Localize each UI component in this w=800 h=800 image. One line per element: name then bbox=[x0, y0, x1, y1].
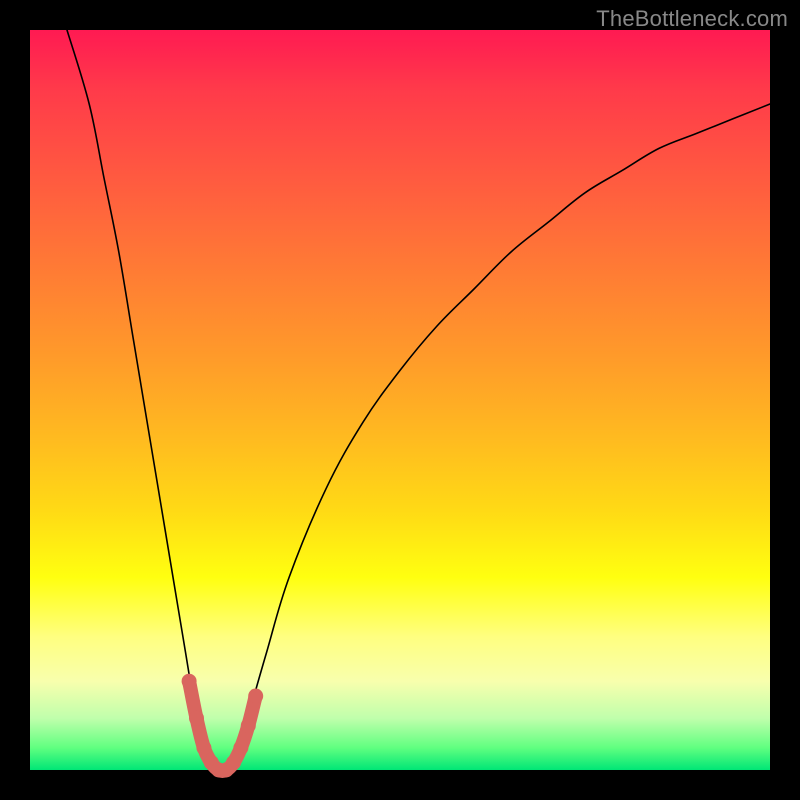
highlight-dot bbox=[248, 689, 263, 704]
curves-svg bbox=[30, 30, 770, 770]
highlight-dot bbox=[241, 718, 256, 733]
highlight-dot bbox=[233, 740, 248, 755]
highlight-dot bbox=[196, 740, 211, 755]
chart-frame: TheBottleneck.com bbox=[0, 0, 800, 800]
highlight-dot bbox=[226, 755, 241, 770]
highlight-dot bbox=[182, 674, 197, 689]
bottleneck-curve bbox=[67, 30, 770, 771]
highlight-dot bbox=[189, 711, 204, 726]
watermark-text: TheBottleneck.com bbox=[596, 6, 788, 32]
plot-area bbox=[30, 30, 770, 770]
